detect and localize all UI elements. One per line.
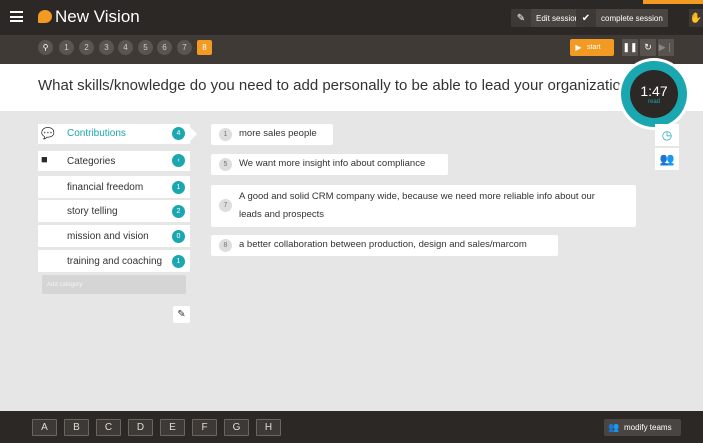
step-6[interactable]: 6 <box>157 40 172 55</box>
start-label: start <box>587 44 601 51</box>
step-3[interactable]: 3 <box>99 40 114 55</box>
team-g-button[interactable]: G <box>224 419 249 436</box>
contribution-text: A good and solid CRM company wide, becau… <box>239 191 595 202</box>
step-5[interactable]: 5 <box>138 40 153 55</box>
team-d-button[interactable]: D <box>128 419 153 436</box>
pin-icon[interactable]: ⚲ <box>38 40 53 55</box>
contribution-card[interactable]: 8 a better collaboration between product… <box>211 235 558 256</box>
category-count: 2 <box>172 204 185 218</box>
edit-categories-button[interactable]: ✎ <box>173 306 190 323</box>
categories-header[interactable]: ■ Categories ‹ <box>38 151 190 171</box>
edit-session-button[interactable]: ✎ Edit session <box>511 9 585 27</box>
modify-teams-label: modify teams <box>624 423 672 432</box>
contribution-text: more sales people <box>239 128 317 139</box>
category-count: 0 <box>172 229 185 243</box>
chevron-left-icon[interactable]: ‹ <box>172 154 185 167</box>
skip-icon[interactable]: ▶❘ <box>658 39 674 56</box>
check-icon: ✔ <box>581 12 591 24</box>
reset-icon[interactable]: ↻ <box>640 39 656 56</box>
category-item[interactable]: mission and vision 0 <box>38 225 190 247</box>
category-count: 1 <box>172 180 185 194</box>
category-item[interactable]: training and coaching 1 <box>38 250 190 272</box>
clock-icon[interactable]: ◷ <box>655 124 679 146</box>
modify-teams-button[interactable]: 👥 modify teams <box>604 419 681 436</box>
add-category-input[interactable]: Add category <box>42 275 186 294</box>
team-c-button[interactable]: C <box>96 419 121 436</box>
team-h-button[interactable]: H <box>256 419 281 436</box>
accent-strip <box>643 0 703 4</box>
contribution-card[interactable]: 7 A good and solid CRM company wide, bec… <box>211 185 636 227</box>
hand-icon[interactable]: ✋ <box>689 9 703 27</box>
team-e-button[interactable]: E <box>160 419 185 436</box>
category-label: financial freedom <box>67 181 144 193</box>
team-b-button[interactable]: B <box>64 419 89 436</box>
contributions-count: 4 <box>172 127 185 140</box>
step-8[interactable]: 8 <box>197 40 212 55</box>
step-2[interactable]: 2 <box>79 40 94 55</box>
contribution-text-continued: leads and prospects <box>239 209 325 220</box>
timer-label: read <box>647 98 660 105</box>
logo-bubble-icon <box>38 10 52 23</box>
team-a-button[interactable]: A <box>32 419 57 436</box>
contribution-number: 5 <box>219 158 232 171</box>
start-button[interactable]: ▶ start <box>570 39 614 56</box>
categories-label: Categories <box>67 156 116 167</box>
chat-bubble-icon: 💬 <box>41 128 55 140</box>
step-1[interactable]: 1 <box>59 40 74 55</box>
step-4[interactable]: 4 <box>118 40 133 55</box>
category-label: mission and vision <box>67 230 149 242</box>
users-icon: 👥 <box>608 422 620 432</box>
complete-session-label: complete session <box>596 9 668 27</box>
pause-icon[interactable]: ❚❚ <box>622 39 638 56</box>
play-icon: ▶ <box>575 43 582 52</box>
app-title: New Vision <box>55 7 140 26</box>
contributions-label: Contributions <box>67 128 126 139</box>
pencil-icon: ✎ <box>516 12 526 24</box>
question-text: What skills/knowledge do you need to add… <box>38 77 638 94</box>
timer-time: 1:47 <box>640 82 668 99</box>
contributions-tab[interactable]: 💬 Contributions 4 <box>38 124 197 144</box>
contribution-number: 7 <box>219 199 232 212</box>
timer: 1:47 read <box>621 61 687 127</box>
menu-icon[interactable] <box>10 11 23 22</box>
contribution-number: 8 <box>219 239 232 252</box>
complete-session-button[interactable]: ✔ complete session <box>576 9 668 27</box>
category-label: training and coaching <box>67 255 163 267</box>
contribution-text: We want more insight info about complian… <box>239 158 426 169</box>
category-item[interactable]: financial freedom 1 <box>38 176 190 198</box>
contribution-text: a better collaboration between productio… <box>239 239 527 250</box>
folder-icon: ■ <box>41 154 48 166</box>
contribution-number: 1 <box>219 128 232 141</box>
category-count: 1 <box>172 254 185 268</box>
step-7[interactable]: 7 <box>177 40 192 55</box>
pencil-icon: ✎ <box>177 309 186 320</box>
contribution-card[interactable]: 5 We want more insight info about compli… <box>211 154 448 175</box>
users-icon[interactable]: 👥 <box>655 148 679 170</box>
contribution-card[interactable]: 1 more sales people <box>211 124 333 145</box>
category-item[interactable]: story telling 2 <box>38 200 190 222</box>
team-f-button[interactable]: F <box>192 419 217 436</box>
category-label: story telling <box>67 205 118 217</box>
